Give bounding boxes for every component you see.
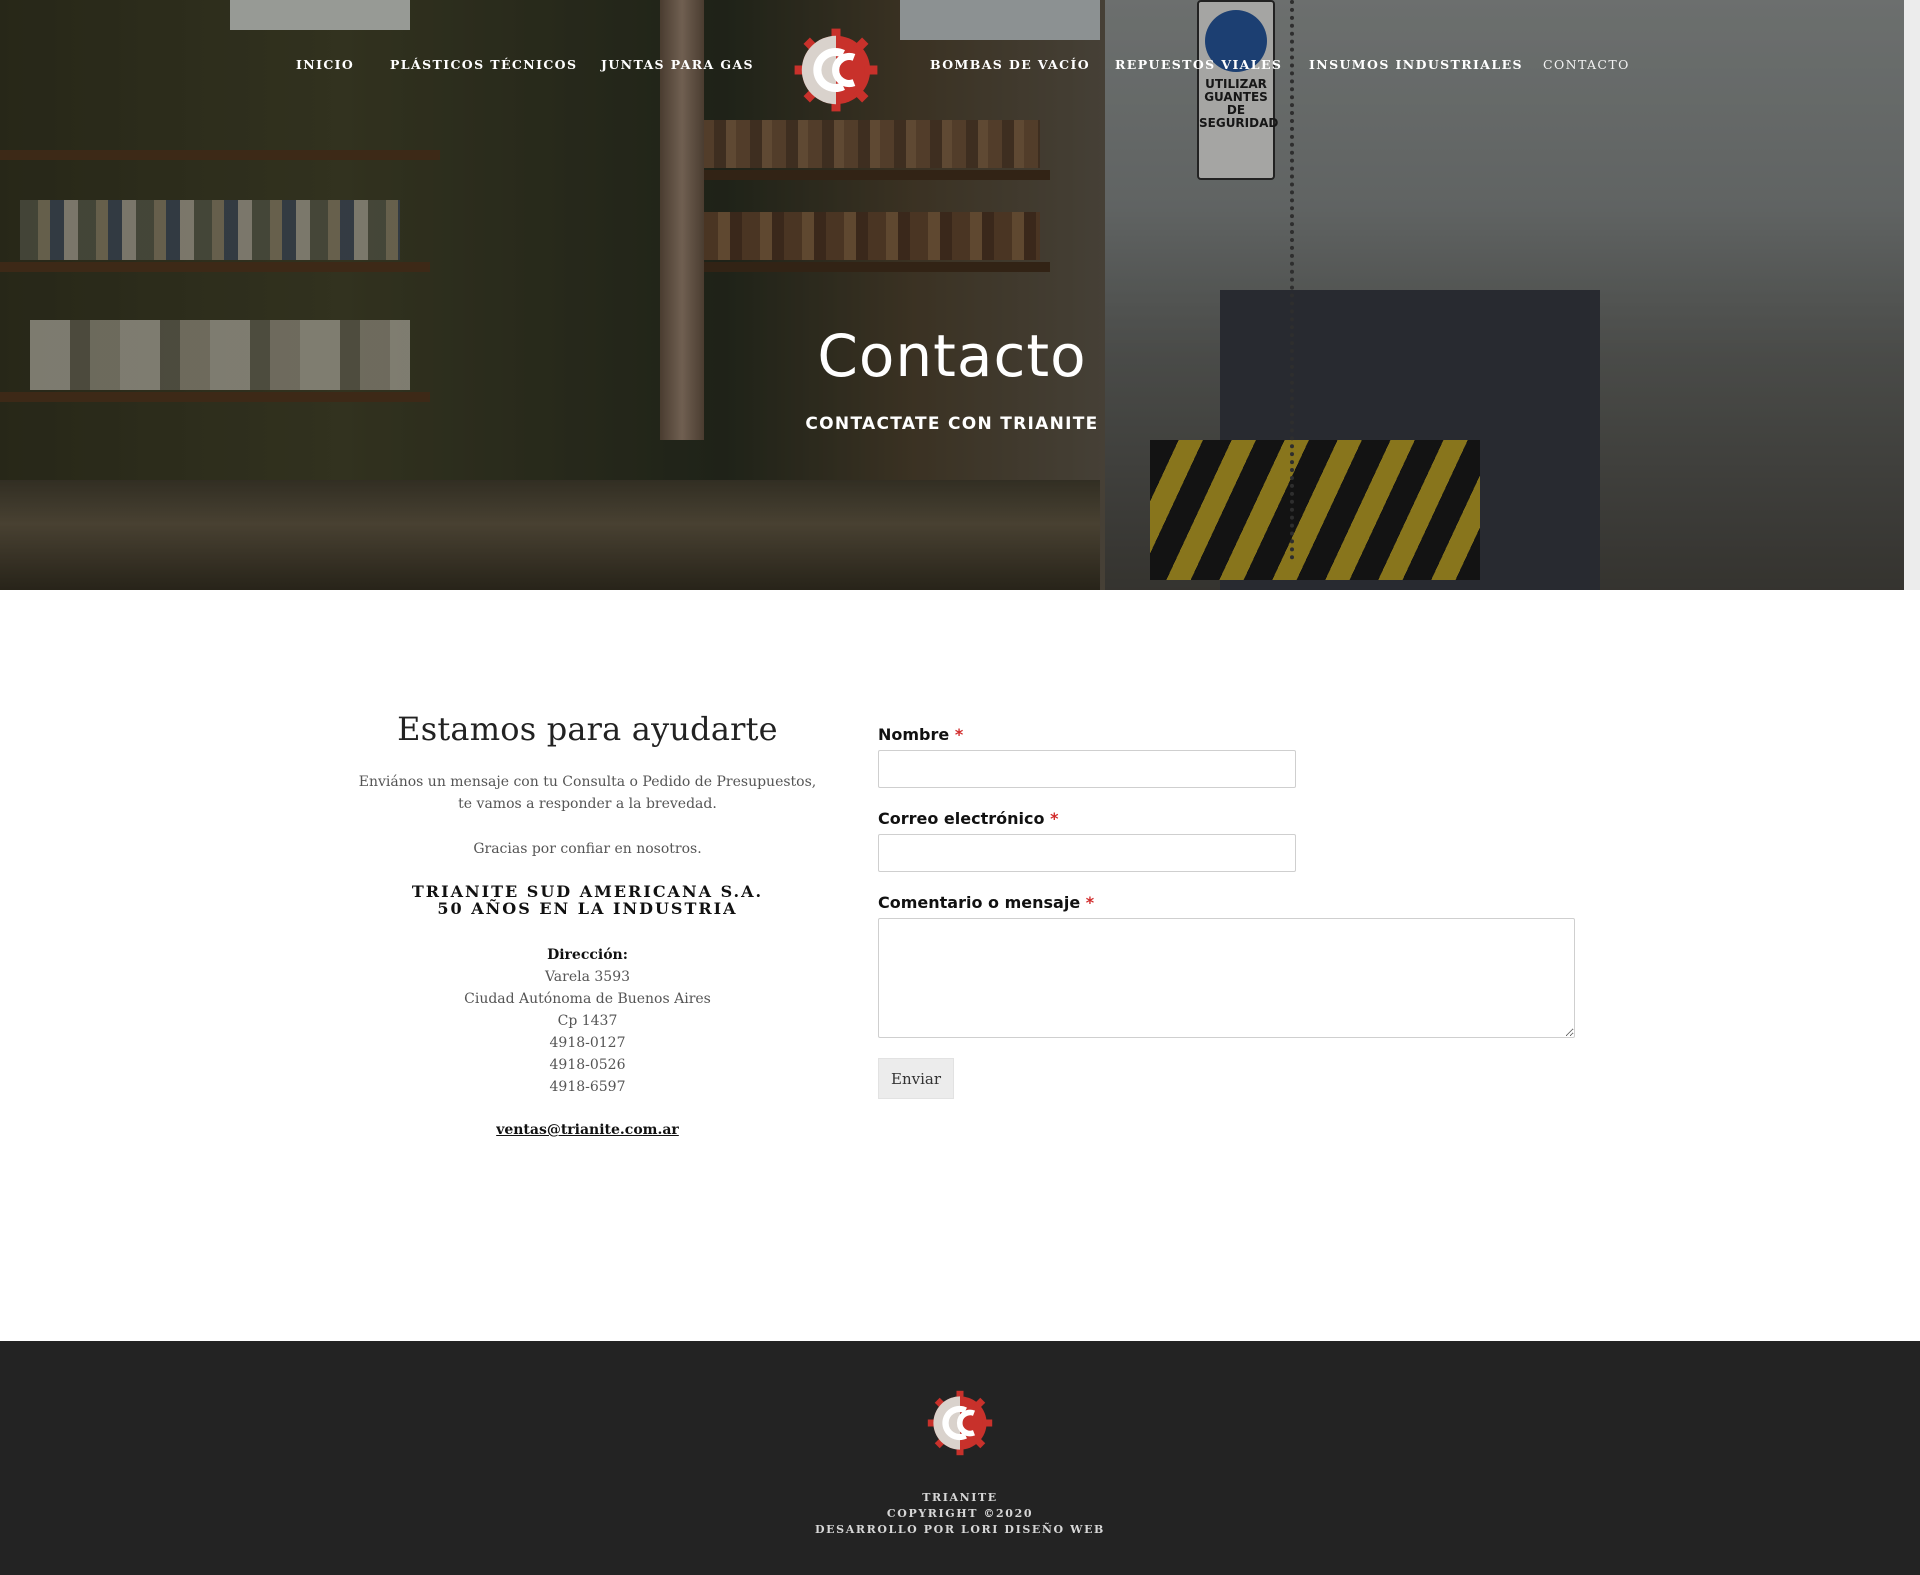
nav-item-contacto[interactable]: CONTACTO	[1543, 57, 1630, 72]
email-link[interactable]: ventas@trianite.com.ar	[496, 1122, 679, 1138]
phone-3: 4918-6597	[549, 1079, 626, 1095]
name-label-text: Nombre	[878, 725, 950, 744]
page-subtitle: CONTACTATE CON TRIANITE	[805, 414, 1099, 434]
nav-item-inicio[interactable]: INICIO	[296, 57, 354, 72]
nav-item-bombas-de-vacio[interactable]: BOMBAS DE VACÍO	[930, 57, 1090, 72]
message-label: Comentario o mensaje *	[878, 893, 1578, 912]
contact-form: Nombre * Correo electrónico * Comentario…	[878, 725, 1578, 1099]
name-field[interactable]	[878, 750, 1296, 788]
submit-button[interactable]: Enviar	[878, 1058, 954, 1099]
hero-banner: UTILIZAR GUANTES DE SEGURIDAD INICIO PLÁ…	[0, 0, 1904, 590]
footer-text: TRIANITE COPYRIGHT ©2020 DESARROLLO POR …	[0, 1490, 1920, 1538]
message-field[interactable]	[878, 918, 1575, 1038]
company-name: TRIANITE SUD AMERICANA S.A.	[411, 882, 764, 901]
gear-cc-logo-icon[interactable]	[925, 1387, 995, 1459]
address-postal-code: Cp 1437	[557, 1013, 618, 1029]
email-label: Correo electrónico *	[878, 809, 1578, 828]
name-label: Nombre *	[878, 725, 1578, 744]
company-tagline: 50 AÑOS EN LA INDUSTRIA	[437, 899, 738, 918]
footer-copyright: COPYRIGHT ©2020	[886, 1507, 1034, 1520]
nav-item-juntas-para-gas[interactable]: JUNTAS PARA GAS	[601, 57, 754, 72]
info-paragraph-1: Enviános un mensaje con tu Consulta o Pe…	[358, 774, 817, 812]
required-mark: *	[1050, 809, 1059, 828]
info-heading: Estamos para ayudarte	[397, 710, 778, 748]
main-nav: INICIO PLÁSTICOS TÉCNICOS JUNTAS PARA GA…	[0, 57, 1904, 77]
message-label-text: Comentario o mensaje	[878, 893, 1081, 912]
gear-cc-logo-icon[interactable]	[791, 24, 881, 116]
nav-item-repuestos-viales[interactable]: REPUESTOS VIALES	[1115, 57, 1282, 72]
hero-overlay	[0, 0, 1904, 590]
address-city: Ciudad Autónoma de Buenos Aires	[464, 991, 711, 1007]
company-block: TRIANITE SUD AMERICANA S.A. 50 AÑOS EN L…	[350, 883, 825, 917]
info-paragraph-2: Gracias por confiar en nosotros.	[473, 841, 702, 857]
scrollbar[interactable]	[1904, 0, 1920, 590]
footer-credits[interactable]: DESARROLLO POR LORI DISEÑO WEB	[0, 1522, 1920, 1538]
required-mark: *	[1085, 893, 1095, 912]
address-label: Dirección:	[547, 947, 628, 963]
contact-info: Estamos para ayudarte Enviános un mensaj…	[350, 710, 825, 1138]
nav-item-plasticos-tecnicos[interactable]: PLÁSTICOS TÉCNICOS	[390, 57, 577, 72]
nav-item-insumos-industriales[interactable]: INSUMOS INDUSTRIALES	[1309, 57, 1523, 72]
required-mark: *	[954, 725, 964, 744]
page-title: Contacto	[817, 322, 1087, 390]
phone-1: 4918-0127	[549, 1035, 626, 1051]
email-field[interactable]	[878, 834, 1296, 872]
email-label-text: Correo electrónico	[878, 809, 1045, 828]
address-street: Varela 3593	[544, 969, 631, 985]
footer-brand: TRIANITE	[922, 1491, 998, 1504]
phone-2: 4918-0526	[549, 1057, 626, 1073]
footer: TRIANITE COPYRIGHT ©2020 DESARROLLO POR …	[0, 1341, 1920, 1575]
